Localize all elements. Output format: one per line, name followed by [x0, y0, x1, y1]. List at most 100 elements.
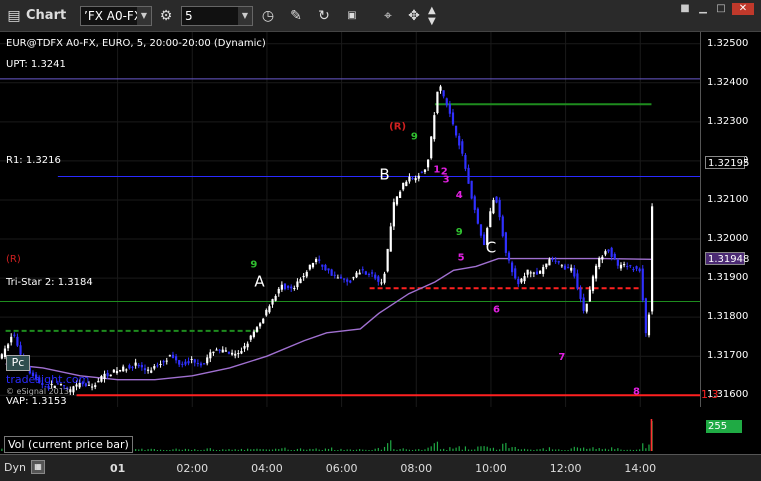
time-axis[interactable]: Dyn ▦ 01 02:00 04:00 06:00 08:00 10:00 12:00 14…: [0, 454, 761, 481]
candle-body: [613, 253, 616, 260]
symbol-dropdown-icon[interactable]: ▼: [137, 7, 151, 25]
volume-bar: [405, 449, 407, 451]
volume-bar: [215, 450, 218, 451]
candle-body: [439, 86, 442, 91]
candlesticks: [0, 84, 654, 396]
volume-bar: [268, 449, 271, 451]
chart-toolbar: ▤ Chart ’FX A0-FX ▼ ⚙ 5 ▼ ◷ ✎ ↻ ▣ ⌖ ✥ ▲ ▼…: [0, 0, 761, 32]
price-tick-label: 1.31800: [707, 311, 749, 323]
volume-bar: [415, 449, 417, 451]
price-tick-label: 1.31900: [707, 272, 749, 284]
volume-bar: [620, 449, 622, 451]
symbol-input[interactable]: ’FX A0-FX ▼: [80, 6, 152, 26]
candle-body: [433, 115, 436, 140]
volume-bar: [293, 450, 295, 451]
price-axis[interactable]: 1.325001.324001.323001.322001.321001.320…: [700, 32, 761, 407]
volume-bar: [387, 443, 389, 451]
candle-body: [308, 264, 311, 270]
volume-bar: [520, 449, 523, 451]
volume-bar: [150, 448, 152, 451]
volume-bar: [480, 446, 482, 451]
candle-body: [311, 263, 315, 268]
volume-bar: [343, 450, 345, 451]
annotation-label: 9: [250, 260, 257, 271]
maximize-icon[interactable]: □: [714, 3, 728, 15]
volume-bar: [380, 449, 383, 451]
volume-bar: [159, 449, 162, 451]
candle-body: [370, 272, 374, 274]
pen-icon[interactable]: ✎: [286, 6, 306, 26]
volume-bar: [471, 449, 473, 451]
volume-bar: [452, 448, 454, 451]
volume-bar: [156, 450, 159, 451]
volume-bar: [464, 446, 467, 451]
volume-bar: [642, 443, 644, 451]
r-marker: (R): [6, 254, 21, 265]
cursor-icon[interactable]: ⌖: [378, 6, 398, 26]
chart-menu-icon[interactable]: ▤: [4, 6, 24, 26]
volume-bar: [237, 449, 239, 451]
time-tick-label: 08:00: [400, 462, 433, 475]
volume-bar: [135, 449, 137, 451]
candle-body: [560, 265, 563, 267]
candle-body: [632, 269, 635, 271]
volume-bar: [601, 449, 603, 451]
volume-bar: [579, 448, 582, 451]
price-plot-area[interactable]: ABC(R)991 23456789: [0, 32, 700, 407]
candle-body: [230, 352, 234, 355]
candle-body: [498, 199, 501, 218]
volume-bar: [312, 449, 314, 451]
candle-body: [333, 274, 336, 276]
time-mode-label: Dyn: [4, 461, 26, 474]
candle-body: [436, 91, 439, 114]
volume-bar: [523, 448, 526, 451]
current-price-tag: 1.32195: [705, 155, 749, 169]
minimize-icon[interactable]: ▁: [696, 3, 710, 15]
candle-body: [128, 365, 131, 369]
volume-bar: [421, 449, 423, 451]
time-scale-icon[interactable]: ▦: [31, 460, 45, 474]
properties-icon[interactable]: ▣: [342, 6, 362, 26]
volume-bar: [576, 447, 579, 451]
candle-body: [171, 354, 175, 358]
copyright: © eSignal 2013: [6, 387, 69, 396]
volume-bar: [275, 448, 277, 451]
volume-bar: [346, 449, 348, 451]
close-icon[interactable]: ✕: [732, 3, 754, 15]
candle-body: [324, 264, 327, 271]
annotation-label: 7: [558, 352, 565, 363]
candle-body: [16, 336, 19, 346]
volume-bar: [200, 450, 202, 451]
candle-body: [346, 279, 349, 282]
candle-body: [243, 345, 246, 349]
refresh-icon[interactable]: ↻: [314, 6, 334, 26]
time-icon[interactable]: ◷: [258, 6, 278, 26]
link-icon[interactable]: ⚙: [156, 6, 176, 26]
volume-bar: [365, 449, 367, 451]
candle-body: [585, 303, 588, 312]
candle-body: [258, 323, 262, 327]
volume-bar: [187, 449, 190, 451]
volume-bar: [418, 449, 420, 451]
candle-body: [598, 257, 601, 267]
volume-bar: [181, 449, 183, 451]
candle-body: [448, 104, 451, 114]
hand-icon[interactable]: ✥: [404, 6, 424, 26]
candle-body: [510, 262, 514, 273]
volume-bar: [629, 449, 631, 451]
candle-body: [616, 259, 619, 266]
candle-body: [212, 351, 215, 354]
interval-dropdown-icon[interactable]: ▼: [238, 7, 252, 25]
candle-body: [109, 374, 112, 377]
price-tick-label: 1.32400: [707, 76, 749, 88]
zoom-arrows-icon[interactable]: ▲ ▼: [428, 5, 442, 27]
annotation-label: B: [379, 165, 389, 183]
volume-bar: [604, 448, 607, 451]
volume-bar: [253, 449, 255, 451]
candle-body: [476, 208, 479, 224]
candle-body: [517, 278, 520, 285]
interval-input[interactable]: 5 ▼: [181, 6, 253, 26]
pc-button[interactable]: Pc: [6, 355, 30, 371]
volume-bar: [455, 447, 457, 451]
pin-icon[interactable]: ■: [678, 3, 692, 15]
